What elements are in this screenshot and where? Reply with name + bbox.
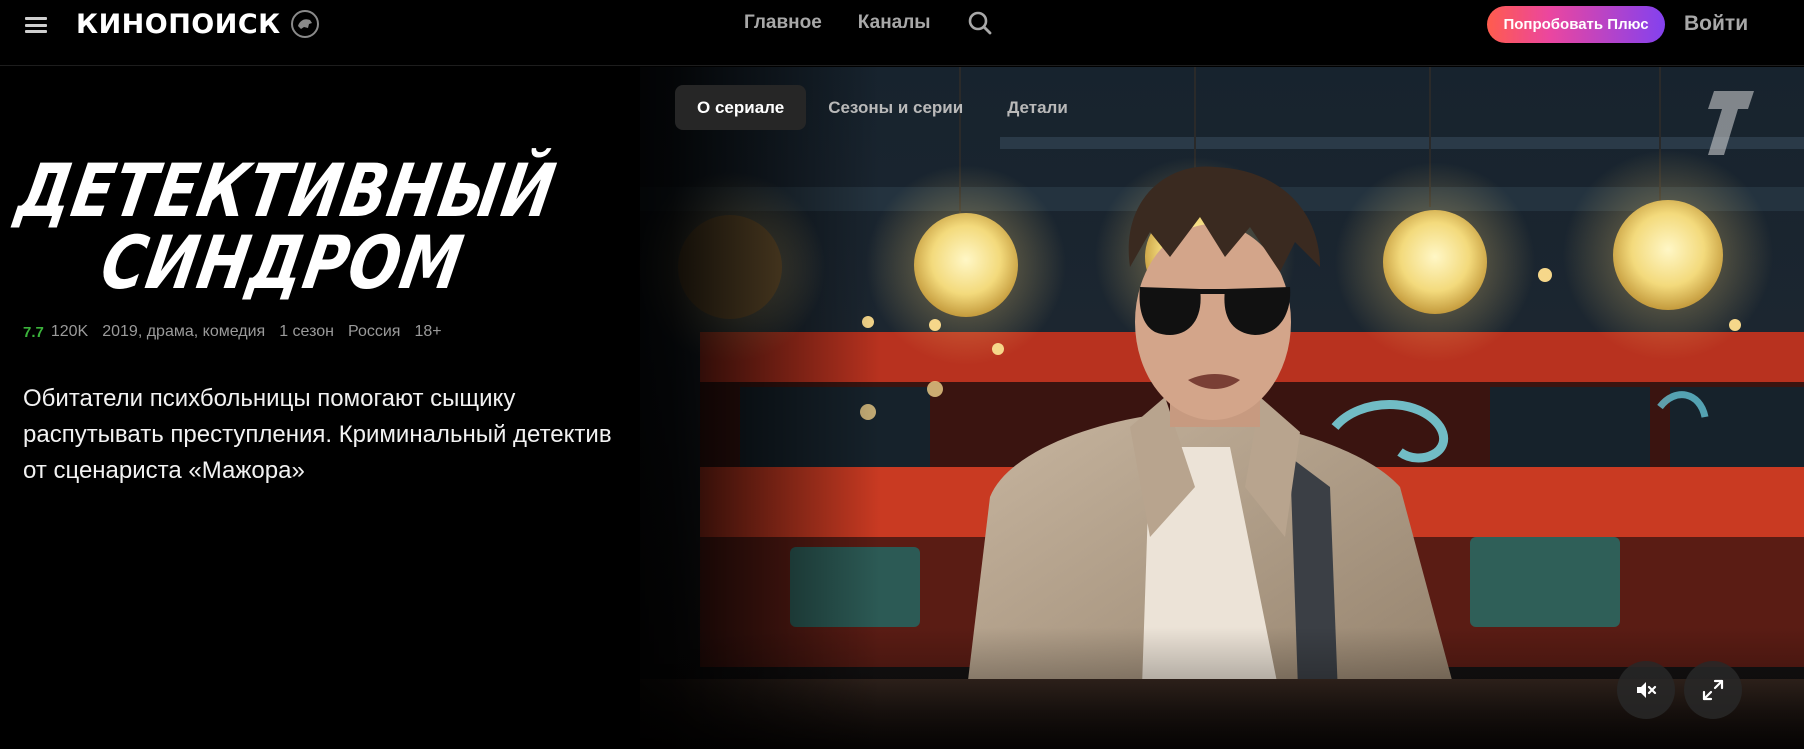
tab-seasons[interactable]: Сезоны и серии [806,85,985,130]
hamburger-icon [25,23,47,27]
seasons-count: 1 сезон [279,323,334,340]
votes-count: 120K [50,323,89,340]
login-link[interactable]: Войти [1684,12,1748,36]
series-title-logo: ДЕТЕКТИВНЫЙ СИНДРОМ [11,149,562,306]
channel-one-logo-icon [1708,91,1754,155]
fullscreen-button[interactable] [1684,661,1742,719]
content-tabs: О сериале Сезоны и серии Детали [675,85,1090,130]
logo-text: КИНОПОИСК [76,8,281,40]
series-description: Обитатели психбольницы помогают сыщику р… [23,385,612,484]
try-plus-button[interactable]: Попробовать Плюс [1487,6,1665,43]
search-icon[interactable] [967,10,993,36]
fullscreen-icon [1702,679,1724,701]
nav-main[interactable]: Главное [744,12,822,34]
rating-value: 7.7 [23,323,44,341]
hero-section: О сериале Сезоны и серии Детали ДЕТЕКТИВ… [0,67,1804,749]
menu-button[interactable] [22,14,50,36]
main-nav: Главное Каналы [744,10,993,36]
mute-button[interactable] [1617,661,1675,719]
site-header: КИНОПОИСК Главное Каналы Попробовать Плю… [0,0,1804,66]
bottom-gradient-overlay [0,627,1804,749]
mute-icon [1637,682,1657,698]
country: Россия [347,323,401,340]
title-line-2: СИНДРОМ [94,221,470,307]
age-rating: 18+ [414,323,442,340]
tab-about[interactable]: О сериале [675,85,807,130]
kinopoisk-logo[interactable]: КИНОПОИСК [76,8,319,40]
hamburger-icon [25,17,47,20]
tab-details[interactable]: Детали [985,85,1090,130]
logo-badge-icon [290,10,319,38]
year-genres: 2019, драма, комедия [102,323,266,340]
nav-channels[interactable]: Каналы [858,12,931,34]
series-meta: 7.7 120K 2019, драма, комедия 1 сезон Ро… [23,323,442,341]
hamburger-icon [25,30,47,33]
